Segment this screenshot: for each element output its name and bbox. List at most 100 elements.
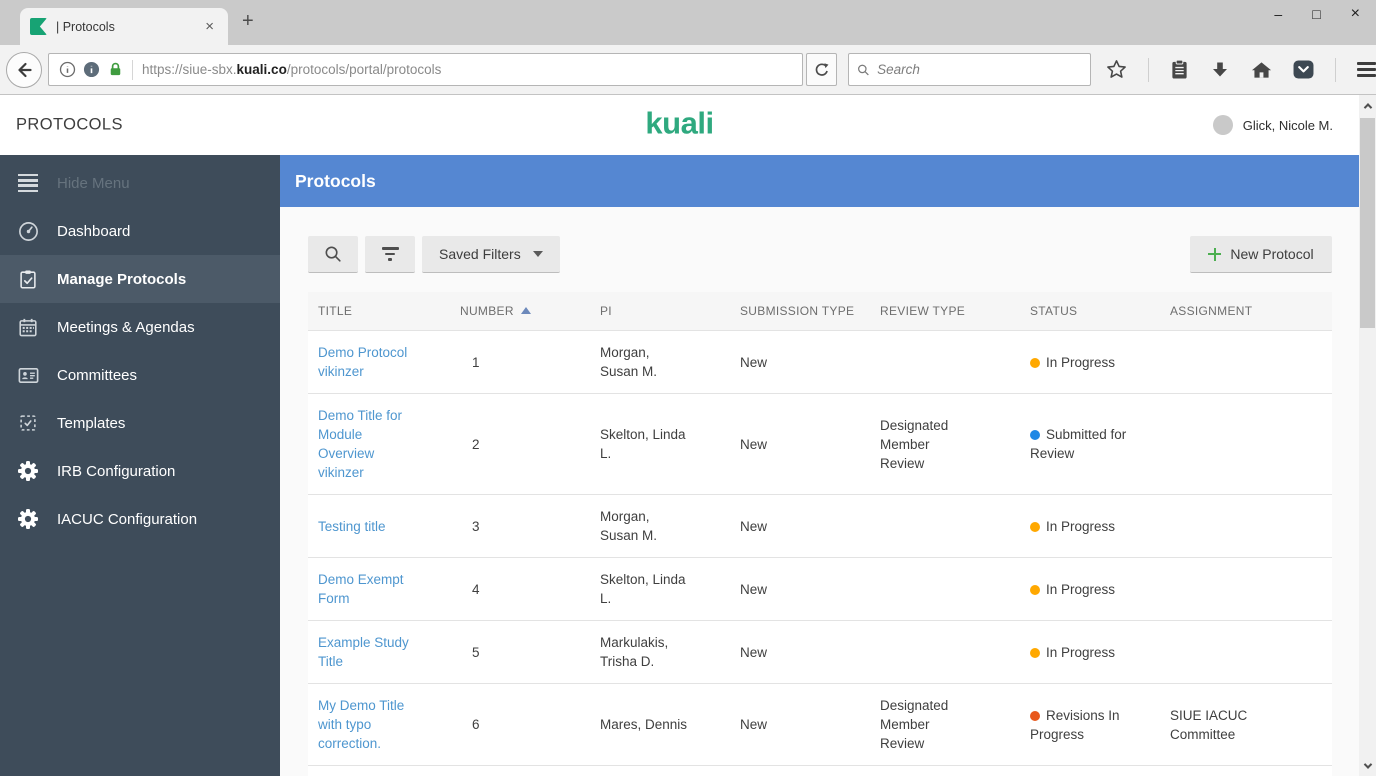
protocol-status: Submitted for Review — [1020, 425, 1160, 463]
template-icon — [16, 412, 40, 434]
menu-hamburger-icon[interactable] — [1357, 62, 1376, 77]
protocol-title-link[interactable]: Testing title — [318, 517, 386, 536]
status-text: In Progress — [1046, 645, 1115, 660]
filter-icon — [382, 247, 399, 260]
plus-icon — [1208, 248, 1221, 261]
sidebar-item-templates[interactable]: Templates — [0, 399, 280, 447]
protocol-pi: Skelton, Linda L. — [590, 570, 730, 608]
page-info-icon[interactable] — [59, 61, 76, 78]
status-dot — [1030, 430, 1040, 440]
column-header-number[interactable]: NUMBER — [450, 304, 590, 318]
window-maximize-button[interactable]: □ — [1312, 3, 1320, 25]
home-icon[interactable] — [1251, 60, 1272, 80]
protocol-title-link[interactable]: Demo Title for Module Overview vikinzer — [318, 406, 414, 482]
column-header-title[interactable]: TITLE — [308, 304, 450, 318]
protocol-title-link[interactable]: Demo Protocol vikinzer — [318, 343, 414, 381]
protocol-number: 3 — [450, 517, 590, 536]
page-header: PROTOCOLS kuali Glick, Nicole M. — [0, 95, 1359, 155]
protocol-submission-type: New — [730, 643, 870, 662]
protocol-submission-type: New — [730, 435, 870, 454]
clipboard-check-icon — [16, 268, 40, 291]
app-title: PROTOCOLS — [16, 116, 123, 135]
window-minimize-button[interactable]: – — [1274, 3, 1282, 25]
protocol-review-type — [870, 517, 1020, 536]
protocol-title-link[interactable]: Example Study Title — [318, 633, 414, 671]
protocol-title-link[interactable]: My Demo Title with typo correction. — [318, 696, 414, 753]
kuali-logo: kuali — [645, 106, 713, 142]
protocol-review-type — [870, 353, 1020, 372]
main-content: Protocols Saved Filters — [280, 155, 1360, 776]
table-row[interactable]: My Demo Title with typo correction. 6 Ma… — [308, 684, 1332, 766]
scrollbar-thumb[interactable] — [1360, 118, 1375, 328]
avatar — [1213, 115, 1233, 135]
protocol-status: Revisions In Progress — [1020, 706, 1160, 744]
sidebar-item-meetings-agendas[interactable]: Meetings & Agendas — [0, 303, 280, 351]
browser-search-bar[interactable] — [848, 53, 1091, 86]
protocol-title-link[interactable]: Demo Exempt Form — [318, 570, 414, 608]
saved-filters-dropdown[interactable]: Saved Filters — [422, 236, 560, 273]
protocol-submission-type: New — [730, 715, 870, 734]
column-header-status[interactable]: STATUS — [1020, 304, 1160, 318]
page-scrollbar[interactable] — [1359, 95, 1376, 776]
table-search-button[interactable] — [308, 236, 358, 273]
hamburger-icon — [16, 174, 40, 193]
protocol-number: 5 — [450, 643, 590, 662]
window-close-button[interactable]: × — [1351, 3, 1360, 25]
table-filter-button[interactable] — [365, 236, 415, 273]
protocol-status: In Progress — [1020, 643, 1160, 662]
status-text: Revisions In Progress — [1030, 708, 1120, 742]
status-text: Submitted for Review — [1030, 427, 1126, 461]
protocol-status: In Progress — [1020, 580, 1160, 599]
status-dot — [1030, 522, 1040, 532]
browser-search-input[interactable] — [877, 62, 1082, 77]
permissions-icon[interactable] — [83, 61, 100, 78]
sidebar-item-committees[interactable]: Committees — [0, 351, 280, 399]
table-body: Demo Protocol vikinzer 1 Morgan, Susan M… — [308, 331, 1332, 766]
table-header-row: TITLE NUMBER PI SUBMISSION TYPE REVIEW T… — [308, 292, 1332, 331]
tab-title: | Protocols — [56, 20, 201, 34]
column-header-review-type[interactable]: REVIEW TYPE — [870, 304, 1020, 318]
scroll-down-icon[interactable] — [1359, 757, 1376, 774]
pocket-icon[interactable] — [1293, 60, 1314, 79]
scroll-up-icon[interactable] — [1359, 97, 1376, 114]
protocol-assignment — [1160, 643, 1332, 662]
sidebar-item-irb-configuration[interactable]: IRB Configuration — [0, 447, 280, 495]
protocol-assignment: SIUE IACUC Committee — [1160, 706, 1332, 744]
url-bar[interactable]: https://siue-sbx.kuali.co/protocols/port… — [48, 53, 803, 86]
browser-tab[interactable]: | Protocols × — [20, 8, 228, 45]
table-row[interactable]: Demo Exempt Form 4 Skelton, Linda L. New… — [308, 558, 1332, 621]
table-row[interactable]: Demo Protocol vikinzer 1 Morgan, Susan M… — [308, 331, 1332, 394]
browser-navbar: https://siue-sbx.kuali.co/protocols/port… — [0, 45, 1376, 95]
protocol-number: 4 — [450, 580, 590, 599]
protocol-submission-type: New — [730, 353, 870, 372]
new-protocol-button[interactable]: New Protocol — [1190, 236, 1332, 273]
tab-close-icon[interactable]: × — [201, 18, 218, 35]
sidebar-item-manage-protocols[interactable]: Manage Protocols — [0, 255, 280, 303]
user-menu[interactable]: Glick, Nicole M. — [1213, 115, 1333, 135]
back-button[interactable] — [6, 52, 42, 88]
reading-list-icon[interactable] — [1170, 59, 1189, 80]
table-row[interactable]: Testing title 3 Morgan, Susan M. New In … — [308, 495, 1332, 558]
status-text: In Progress — [1046, 582, 1115, 597]
protocol-assignment — [1160, 580, 1332, 599]
sidebar-item-iacuc-configuration[interactable]: IACUC Configuration — [0, 495, 280, 543]
downloads-icon[interactable] — [1210, 60, 1230, 80]
status-text: In Progress — [1046, 355, 1115, 370]
protocol-status: In Progress — [1020, 517, 1160, 536]
reload-button[interactable] — [806, 53, 837, 86]
protocol-number: 1 — [450, 353, 590, 372]
sidebar-item-hide-menu[interactable]: Hide Menu — [0, 159, 280, 207]
column-header-submission-type[interactable]: SUBMISSION TYPE — [730, 304, 870, 318]
table-row[interactable]: Example Study Title 5 Markulakis, Trisha… — [308, 621, 1332, 684]
new-tab-button[interactable]: + — [236, 10, 260, 33]
protocol-assignment — [1160, 353, 1332, 372]
column-header-pi[interactable]: PI — [590, 304, 730, 318]
table-row[interactable]: Demo Title for Module Overview vikinzer … — [308, 394, 1332, 495]
protocol-review-type: Designated Member Review — [870, 696, 1020, 753]
column-header-assignment[interactable]: ASSIGNMENT — [1160, 304, 1332, 318]
protocol-number: 6 — [450, 715, 590, 734]
bookmark-star-icon[interactable] — [1106, 59, 1127, 80]
chevron-down-icon — [533, 251, 543, 257]
protocol-pi: Mares, Dennis — [590, 715, 730, 734]
sidebar-item-dashboard[interactable]: Dashboard — [0, 207, 280, 255]
